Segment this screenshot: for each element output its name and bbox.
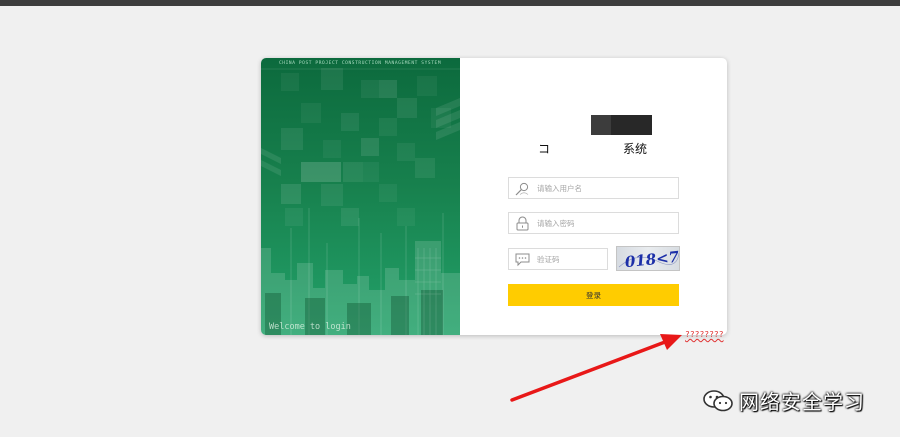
red-annotation-arrow	[510, 334, 682, 402]
wechat-watermark: 网络安全学习	[702, 386, 865, 415]
wechat-icon	[703, 389, 733, 411]
watermark-text: 网络安全学习	[739, 390, 865, 414]
